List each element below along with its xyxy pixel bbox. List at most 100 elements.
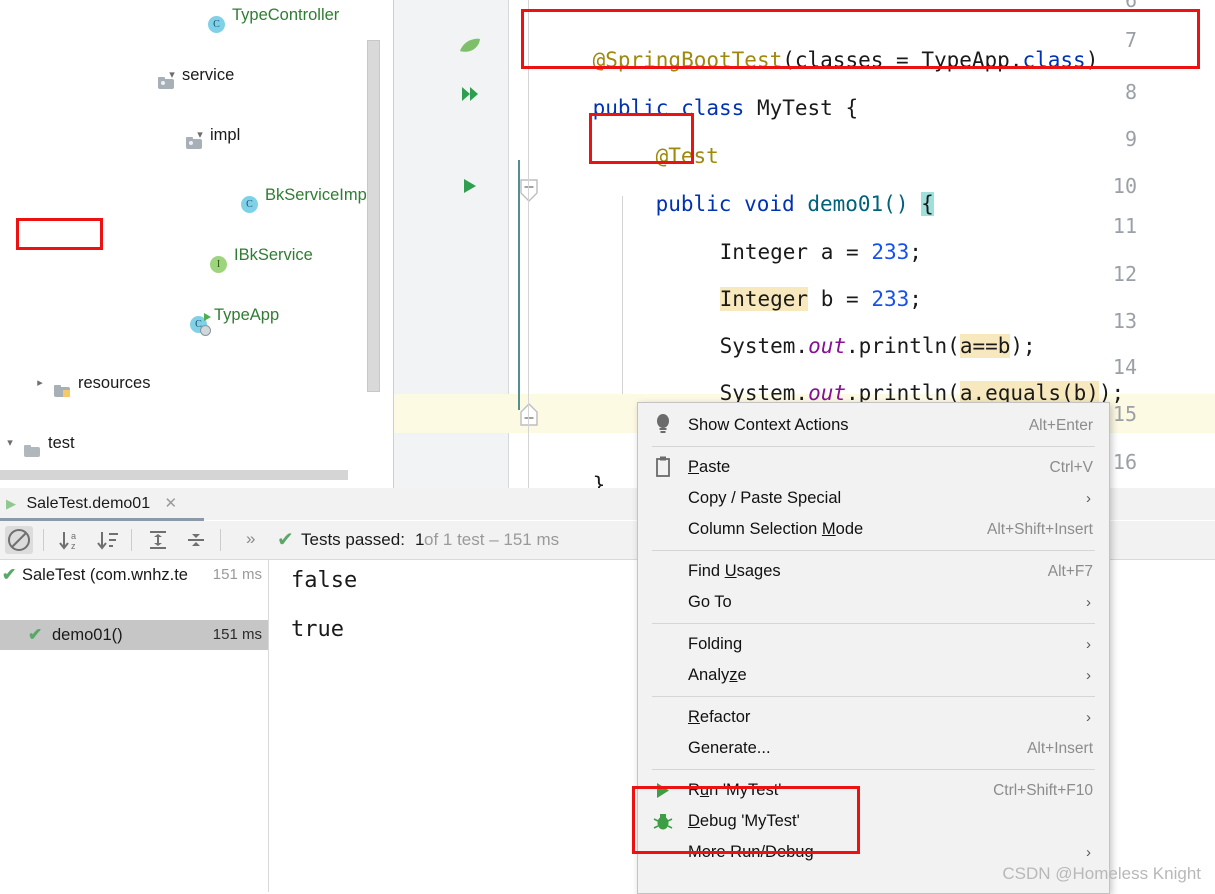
menu-separator [652,446,1095,447]
code-token: MyTest [756,96,833,120]
menu-item-show-context-actions[interactable]: Show Context Actions Alt+Enter [638,410,1109,441]
test-duration: 151 ms [212,626,262,643]
chevron-right-icon: › [1086,667,1091,684]
menu-item-label: Find Usages [688,562,781,580]
run-icon: ▶ [6,496,16,511]
menu-item-refactor[interactable]: Refactor › [638,702,1109,733]
class-runnable-icon: C [190,300,211,336]
chevron-right-icon: › [1086,709,1091,726]
tests-passed-check-icon: ✔ [277,529,294,551]
svg-text:z: z [71,541,76,551]
code-token: ; [909,287,922,311]
tree-row[interactable]: I IBkService [0,240,394,273]
chevron-right-icon[interactable]: ▸ [33,368,47,398]
menu-item-accelerator: Alt+Insert [1027,740,1093,757]
menu-item-copy-paste-special[interactable]: Copy / Paste Special › [638,483,1109,514]
menu-item-folding[interactable]: Folding › [638,629,1109,660]
project-tree-panel[interactable]: C TypeController ▾ service ▾ impl C BkSe… [0,0,394,488]
code-token: out [808,334,847,358]
tree-item-label: impl [210,126,241,144]
menu-separator [652,623,1095,624]
menu-item-label: Show Context Actions [688,416,849,434]
chevron-down-icon[interactable]: ▾ [3,428,17,458]
tab-label: SaleTest.demo01 [26,495,151,512]
menu-item-label: Generate... [688,739,771,757]
toolbar-separator [220,529,221,551]
sort-alphabetically-icon[interactable]: az [56,526,84,554]
tree-row[interactable]: ▾ service [0,60,394,90]
chevron-right-icon: › [1086,594,1091,611]
tree-item-label: IBkService [234,246,313,264]
menu-item-label: Folding [688,635,743,653]
code-token: demo01() [807,192,909,216]
class-icon: C [241,180,259,213]
test-status-suffix: of 1 test – 151 ms [424,530,560,549]
tree-item-label: TypeController [232,6,340,24]
menu-item-label: Refactor [688,708,751,726]
line-number: 6 [1124,0,1137,12]
menu-item-run-mytest[interactable]: Run 'MyTest' Ctrl+Shift+F10 [638,775,1109,806]
collapse-all-icon[interactable] [182,526,210,554]
menu-item-generate[interactable]: Generate... Alt+Insert [638,733,1109,764]
menu-item-label: Analyze [688,666,747,684]
tree-item-label: service [182,66,235,84]
menu-item-accelerator: Ctrl+V [1049,459,1094,476]
menu-item-label: Column Selection Mode [688,520,864,538]
test-method-label: demo01() [52,626,123,644]
test-tree-row[interactable]: ✔ SaleTest (com.wnhz.te 151 ms [0,560,268,590]
more-options-icon[interactable]: » [246,529,255,549]
toolbar-separator [43,529,44,551]
menu-separator [652,696,1095,697]
line-number: 11 [1112,214,1137,238]
lightbulb-icon [652,410,674,441]
menu-item-accelerator: Ctrl+Shift+F10 [993,782,1093,799]
test-tree-row-selected[interactable]: ✔ demo01() 151 ms [0,620,268,650]
expand-all-icon[interactable] [144,526,172,554]
run-method-icon[interactable] [456,176,484,200]
spring-leaf-icon[interactable] [456,36,484,60]
menu-item-paste[interactable]: Paste Ctrl+V [638,452,1109,483]
tree-vertical-scrollbar[interactable] [367,40,380,392]
menu-item-accelerator: Alt+Enter [1028,417,1093,434]
menu-item-debug-mytest[interactable]: Debug 'MyTest' [638,806,1109,837]
watermark-text: CSDN @Homeless Knight [1002,864,1201,883]
menu-item-analyze[interactable]: Analyze › [638,660,1109,691]
code-token: System. [719,334,809,358]
code-token: TypeApp. [921,48,1023,72]
tab-saletest-demo01[interactable]: ▶ SaleTest.demo01 ✕ [0,488,187,520]
folder-icon [158,60,176,90]
code-token: { [921,192,934,216]
editor-context-menu[interactable]: Show Context Actions Alt+Enter Paste Ctr… [637,402,1110,894]
annotation-test: @Test [655,144,719,168]
code-token: class [681,96,745,120]
tree-row[interactable]: C TypeApp [0,300,394,336]
close-icon[interactable]: ✕ [165,495,178,512]
console-line: false [291,568,358,593]
test-results-tree[interactable]: ✔ SaleTest (com.wnhz.te 151 ms ✔ demo01(… [0,560,269,892]
chevron-right-icon: › [1086,490,1091,507]
menu-item-column-selection-mode[interactable]: Column Selection Mode Alt+Shift+Insert [638,514,1109,545]
run-all-icon[interactable] [456,84,484,108]
tree-item-label: test [48,434,75,452]
code-token: Integer [719,240,809,264]
line-number: 13 [1112,309,1137,333]
code-token-highlighted: a==b [959,334,1011,358]
menu-item-find-usages[interactable]: Find Usages Alt+F7 [638,556,1109,587]
sort-by-duration-icon[interactable] [94,526,122,554]
clipboard-icon [652,452,674,483]
annotation-springboottest: @SpringBootTest [592,48,783,72]
code-token: void [744,192,795,216]
tree-horizontal-scrollbar[interactable] [0,470,348,480]
code-token: ) [1085,48,1099,72]
menu-separator [652,769,1095,770]
menu-item-label: Go To [688,593,732,611]
code-token: public [655,192,732,216]
tree-row[interactable]: ▸ resources [0,368,394,398]
rerun-failed-icon[interactable] [5,526,33,554]
menu-item-go-to[interactable]: Go To › [638,587,1109,618]
tree-row[interactable]: C TypeController [0,0,394,33]
tree-row-test[interactable]: ▾ test [0,428,394,458]
tree-row[interactable]: ▾ impl [0,120,394,150]
tree-row[interactable]: C BkServiceImpl [0,180,394,213]
menu-item-label: Debug 'MyTest' [688,812,800,830]
